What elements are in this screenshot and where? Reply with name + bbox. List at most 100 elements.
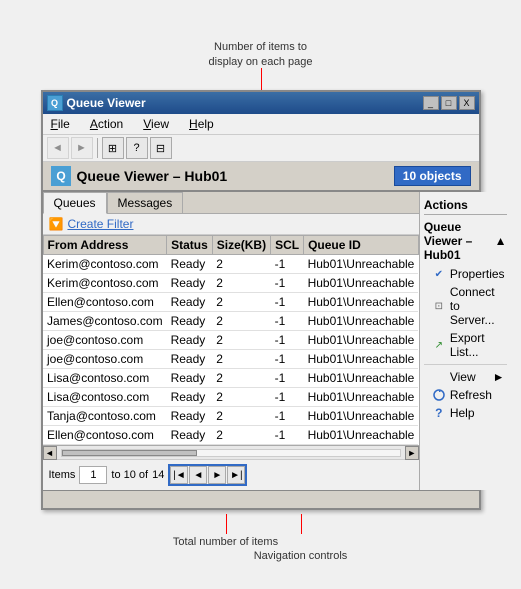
export-icon: ↗ — [432, 338, 446, 352]
cell-6-0: Lisa@contoso.com — [43, 369, 167, 388]
cell-5-2: 2 — [212, 350, 270, 369]
title-bar: Q Queue Viewer _ □ X — [43, 92, 479, 114]
cell-8-1: Ready — [167, 407, 213, 426]
page-from-input[interactable] — [79, 466, 107, 484]
nav-first-button[interactable]: |◄ — [170, 466, 188, 484]
menu-view[interactable]: View — [139, 116, 173, 132]
action-export-list[interactable]: ↗ Export List... — [424, 329, 507, 361]
action-properties[interactable]: ✔ Properties — [424, 265, 507, 283]
cell-9-2: 2 — [212, 426, 270, 445]
menu-bar: File Action View Help — [43, 114, 479, 135]
forward-button[interactable]: ► — [71, 137, 93, 159]
scroll-right-button[interactable]: ► — [405, 446, 419, 460]
cell-6-1: Ready — [167, 369, 213, 388]
nav-controls: |◄ ◄ ► ►| — [168, 464, 247, 486]
cell-5-0: joe@contoso.com — [43, 350, 167, 369]
table-row[interactable]: Tanja@contoso.comReady2-1Hub01\Unreachab… — [43, 407, 418, 426]
cell-9-1: Ready — [167, 426, 213, 445]
cell-6-4: Hub01\Unreachable — [304, 369, 419, 388]
window-title: Queue Viewer — [67, 96, 146, 110]
table-row[interactable]: Lisa@contoso.comReady2-1Hub01\Unreachabl… — [43, 388, 418, 407]
cell-7-3: -1 — [271, 388, 304, 407]
cell-3-3: -1 — [271, 312, 304, 331]
table-row[interactable]: Kerim@contoso.comReady2-1Hub01\Unreachab… — [43, 255, 418, 274]
col-queue-id[interactable]: Queue ID — [304, 236, 419, 255]
tab-messages[interactable]: Messages — [107, 192, 184, 213]
table-row[interactable]: Lisa@contoso.comReady2-1Hub01\Unreachabl… — [43, 369, 418, 388]
cell-4-4: Hub01\Unreachable — [304, 331, 419, 350]
queue-viewer-window: Q Queue Viewer _ □ X File Action View He… — [41, 90, 481, 510]
table-row[interactable]: joe@contoso.comReady2-1Hub01\Unreachable — [43, 350, 418, 369]
cell-8-2: 2 — [212, 407, 270, 426]
scroll-thumb[interactable] — [62, 450, 197, 456]
nav-next-button[interactable]: ► — [208, 466, 226, 484]
pagination-bar: Items to 10 of 14 |◄ ◄ ► ►| — [43, 459, 419, 490]
menu-action[interactable]: Action — [86, 116, 127, 132]
cell-0-1: Ready — [167, 255, 213, 274]
cell-7-0: Lisa@contoso.com — [43, 388, 167, 407]
help-button[interactable]: ? — [126, 137, 148, 159]
back-button[interactable]: ◄ — [47, 137, 69, 159]
cell-2-1: Ready — [167, 293, 213, 312]
maximize-button[interactable]: □ — [441, 96, 457, 110]
cell-1-0: Kerim@contoso.com — [43, 274, 167, 293]
cell-8-0: Tanja@contoso.com — [43, 407, 167, 426]
data-table-container[interactable]: From Address Status Size(KB) SCL Queue I… — [43, 235, 419, 445]
table-row[interactable]: joe@contoso.comReady2-1Hub01\Unreachable — [43, 331, 418, 350]
col-scl[interactable]: SCL — [271, 236, 304, 255]
refresh-icon — [432, 388, 446, 402]
minimize-button[interactable]: _ — [423, 96, 439, 110]
export-button[interactable]: ⊟ — [150, 137, 172, 159]
toolbar: ◄ ► ⊞ ? ⊟ — [43, 135, 479, 162]
cell-6-3: -1 — [271, 369, 304, 388]
table-row[interactable]: Kerim@contoso.comReady2-1Hub01\Unreachab… — [43, 274, 418, 293]
action-connect-label: Connect to Server... — [450, 285, 505, 327]
action-connect-server[interactable]: ⊡ Connect to Server... — [424, 283, 507, 329]
content-header: Q Queue Viewer – Hub01 10 objects — [43, 162, 479, 192]
action-separator-1 — [424, 364, 507, 365]
cell-2-0: Ellen@contoso.com — [43, 293, 167, 312]
menu-file[interactable]: File — [47, 116, 74, 132]
up-button[interactable]: ⊞ — [102, 137, 124, 159]
cell-2-2: 2 — [212, 293, 270, 312]
page-to-label: to 10 of — [111, 469, 148, 481]
annotation-line-nav — [301, 514, 302, 534]
create-filter-label[interactable]: Create Filter — [67, 217, 133, 231]
cell-6-2: 2 — [212, 369, 270, 388]
tab-queues[interactable]: Queues — [43, 192, 107, 214]
action-view[interactable]: View ► — [424, 368, 507, 386]
view-submenu-arrow: ► — [493, 370, 505, 384]
col-size[interactable]: Size(KB) — [212, 236, 270, 255]
table-row[interactable]: Ellen@contoso.comReady2-1Hub01\Unreachab… — [43, 293, 418, 312]
cell-9-3: -1 — [271, 426, 304, 445]
scroll-left-button[interactable]: ◄ — [43, 446, 57, 460]
cell-8-4: Hub01\Unreachable — [304, 407, 419, 426]
horizontal-scrollbar[interactable]: ◄ ► — [43, 445, 419, 459]
cell-5-4: Hub01\Unreachable — [304, 350, 419, 369]
table-row[interactable]: Ellen@contoso.comReady2-1Hub01\Unreachab… — [43, 426, 418, 445]
cell-3-0: James@contoso.com — [43, 312, 167, 331]
close-button[interactable]: X — [459, 96, 475, 110]
table-row[interactable]: James@contoso.comReady2-1Hub01\Unreachab… — [43, 312, 418, 331]
cell-1-2: 2 — [212, 274, 270, 293]
col-from-address[interactable]: From Address — [43, 236, 167, 255]
filter-bar: 🔽 Create Filter — [43, 214, 419, 235]
cell-1-4: Hub01\Unreachable — [304, 274, 419, 293]
col-status[interactable]: Status — [167, 236, 213, 255]
menu-help[interactable]: Help — [185, 116, 218, 132]
action-help[interactable]: ? Help — [424, 404, 507, 422]
nav-last-button[interactable]: ►| — [227, 466, 245, 484]
cell-4-2: 2 — [212, 331, 270, 350]
window-icon: Q — [47, 95, 63, 111]
cell-7-1: Ready — [167, 388, 213, 407]
nav-prev-button[interactable]: ◄ — [189, 466, 207, 484]
section-collapse-icon[interactable]: ▲ — [495, 234, 507, 248]
action-help-label: Help — [450, 406, 475, 420]
action-properties-label: Properties — [450, 267, 505, 281]
properties-icon: ✔ — [432, 267, 446, 281]
cell-4-3: -1 — [271, 331, 304, 350]
action-refresh[interactable]: Refresh — [424, 386, 507, 404]
cell-9-4: Hub01\Unreachable — [304, 426, 419, 445]
cell-9-0: Ellen@contoso.com — [43, 426, 167, 445]
scroll-track[interactable] — [61, 449, 401, 457]
